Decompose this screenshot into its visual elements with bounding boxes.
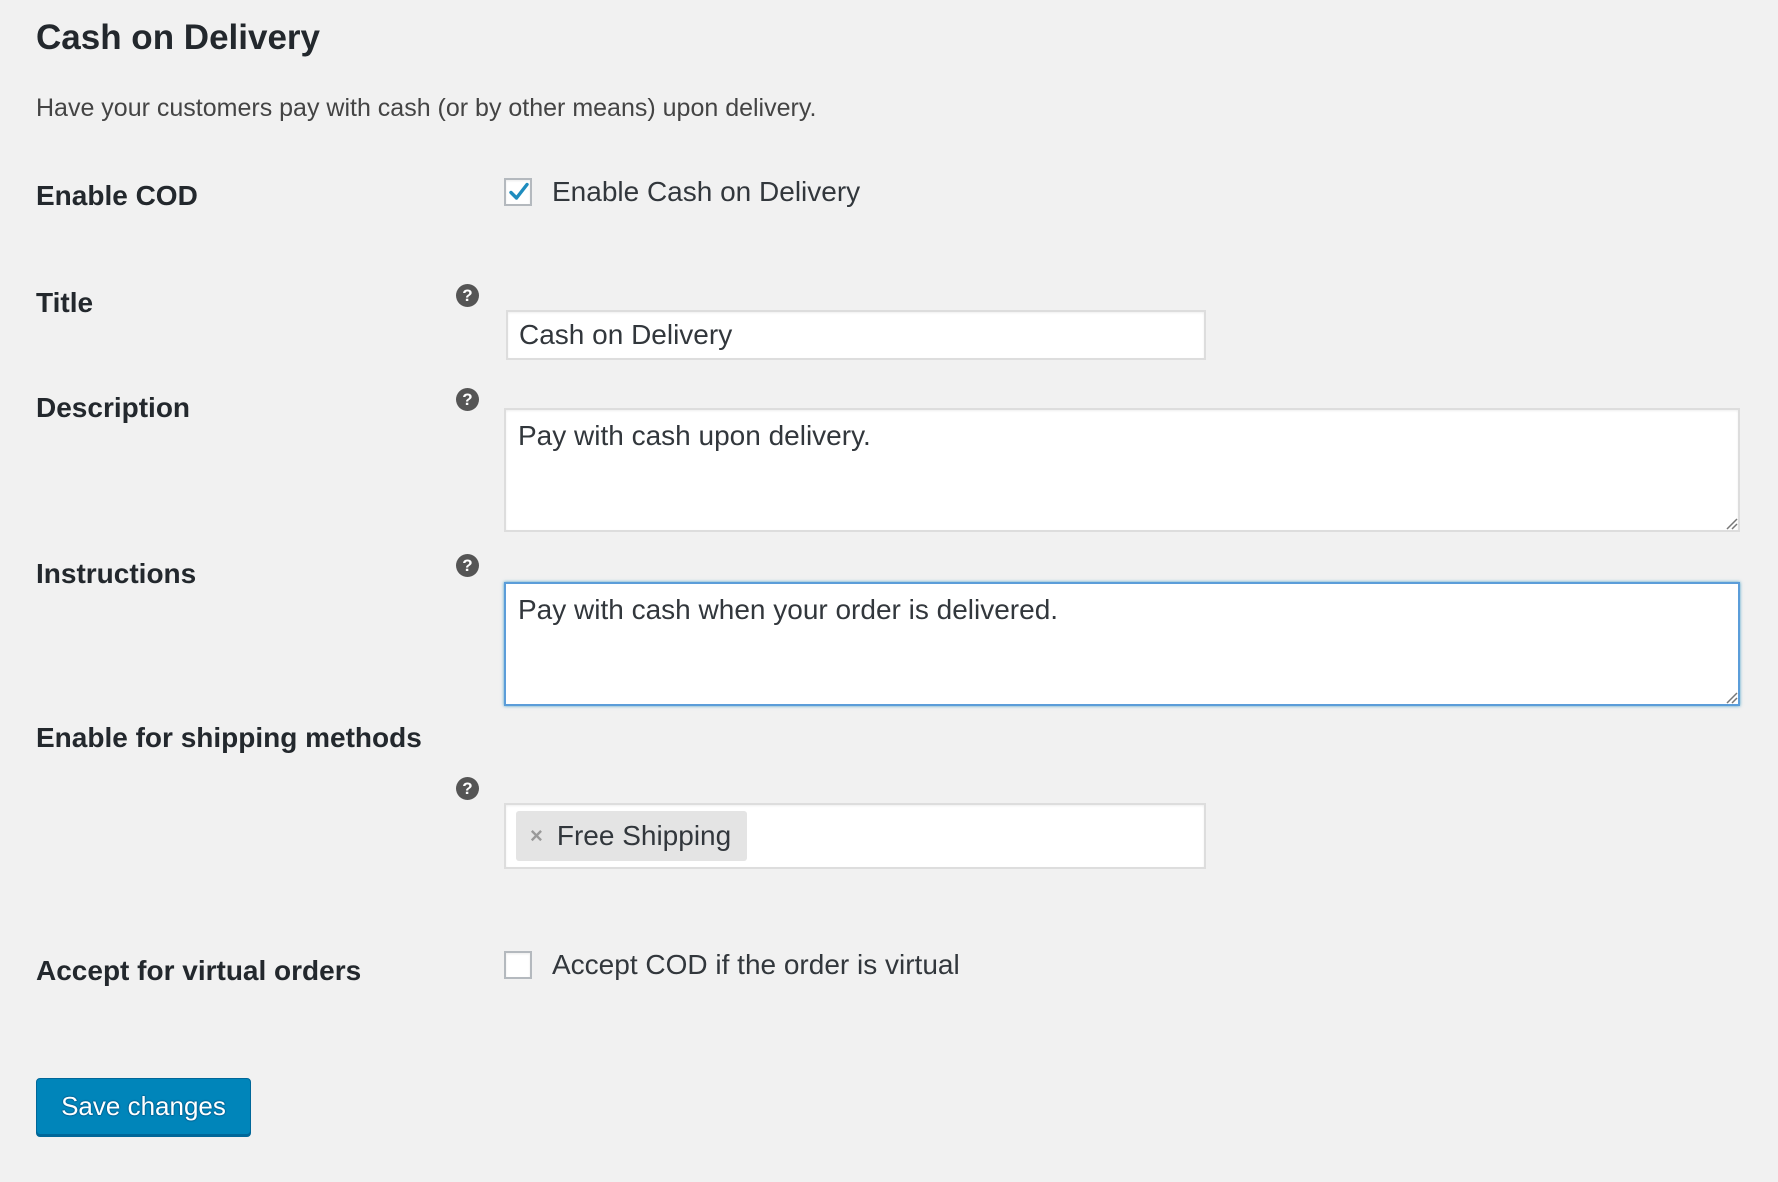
shipping-method-chip-label: Free Shipping bbox=[556, 820, 732, 851]
description-label: Description bbox=[36, 392, 191, 423]
title-help-icon[interactable]: ? bbox=[456, 284, 479, 307]
virtual-orders-label: Accept for virtual orders bbox=[36, 955, 362, 986]
title-label: Title bbox=[36, 287, 94, 318]
close-icon[interactable]: × bbox=[530, 825, 543, 847]
shipping-methods-select[interactable]: × Free Shipping bbox=[504, 803, 1206, 869]
resize-grip-icon[interactable] bbox=[1724, 690, 1738, 704]
title-input[interactable] bbox=[506, 310, 1206, 360]
virtual-orders-checkbox-label[interactable]: Accept COD if the order is virtual bbox=[552, 949, 960, 981]
checkmark-icon bbox=[509, 182, 529, 200]
description-textarea[interactable]: Pay with cash upon delivery. bbox=[504, 408, 1740, 532]
shipping-methods-label: Enable for shipping methods bbox=[36, 722, 422, 753]
shipping-methods-help-icon[interactable]: ? bbox=[456, 777, 479, 800]
shipping-method-chip: × Free Shipping bbox=[516, 811, 748, 861]
resize-grip-icon[interactable] bbox=[1724, 516, 1738, 530]
enable-cod-label: Enable COD bbox=[36, 180, 198, 211]
enable-cod-checkbox-label[interactable]: Enable Cash on Delivery bbox=[552, 176, 860, 208]
enable-cod-checkbox[interactable] bbox=[504, 178, 532, 206]
instructions-help-icon[interactable]: ? bbox=[456, 554, 479, 577]
virtual-orders-checkbox[interactable] bbox=[504, 951, 532, 979]
page-title: Cash on Delivery bbox=[36, 18, 320, 57]
instructions-label: Instructions bbox=[36, 558, 197, 589]
description-help-icon[interactable]: ? bbox=[456, 388, 479, 411]
page-description: Have your customers pay with cash (or by… bbox=[36, 94, 817, 122]
save-changes-button[interactable]: Save changes bbox=[36, 1078, 251, 1135]
instructions-textarea[interactable]: Pay with cash when your order is deliver… bbox=[504, 582, 1740, 706]
